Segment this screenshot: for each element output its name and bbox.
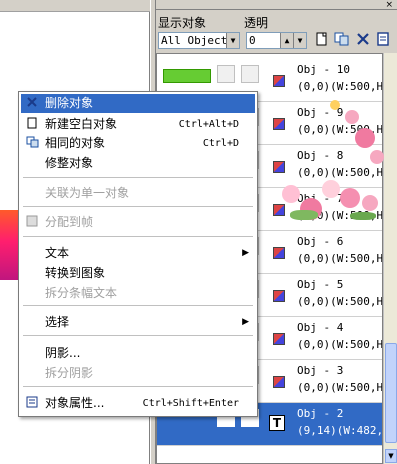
image-object-icon — [273, 376, 285, 388]
menu-item-label: 选择 — [45, 315, 70, 329]
context-menu: 删除对象新建空白对象 Ctrl+Alt+D 相同的对象 Ctrl+D 修整对象关联为单一… — [18, 91, 258, 417]
object-position: (0,0)(W:500,H: — [297, 80, 383, 93]
delete-object-icon — [25, 96, 39, 110]
menu-item[interactable]: 修整对象 — [21, 154, 255, 173]
scrollbar-thumb[interactable] — [385, 343, 397, 443]
object-thumbnail — [217, 65, 235, 83]
canvas-toolbar — [0, 0, 150, 12]
menu-item[interactable]: 删除对象 — [21, 94, 255, 113]
object-position: (9,14)(W:482,H: — [297, 424, 383, 437]
panel-titlebar: × — [156, 0, 397, 10]
object-name: Obj - 5 — [297, 278, 344, 291]
display-objects-label: 显示对象 — [158, 16, 207, 30]
display-objects-value: All Object — [161, 34, 228, 47]
menu-item[interactable]: 相同的对象 Ctrl+D — [21, 134, 255, 153]
panel-close-icon[interactable]: × — [385, 0, 393, 10]
object-position: (0,0)(W:500,H: — [297, 295, 383, 308]
menu-item[interactable]: 对象属性... Ctrl+Shift+Enter — [21, 394, 255, 413]
object-name: Obj - 3 — [297, 364, 344, 377]
menu-item-shortcut: Ctrl+Shift+Enter — [142, 398, 239, 409]
menu-item-label: 拆分阴影 — [45, 366, 94, 380]
opacity-spinner[interactable]: 0 ▲ ▼ — [246, 32, 307, 49]
menu-item[interactable]: 文本 ▶ — [21, 244, 255, 263]
menu-separator — [23, 177, 253, 178]
object-position: (0,0)(W:500,H: — [297, 252, 383, 265]
scroll-down-icon[interactable]: ▼ — [385, 449, 397, 463]
image-object-icon — [273, 333, 285, 345]
menu-item-label: 拆分条幅文本 — [45, 286, 118, 300]
menu-item[interactable]: 新建空白对象 Ctrl+Alt+D — [21, 115, 255, 134]
object-position: (0,0)(W:500,H: — [297, 381, 383, 394]
new-blank-object-icon — [25, 117, 39, 131]
object-name: Obj - 2 — [297, 407, 344, 420]
object-name: Obj - 8 — [297, 149, 344, 162]
properties-icon — [25, 396, 39, 410]
menu-separator — [23, 305, 253, 306]
submenu-arrow-icon: ▶ — [242, 248, 249, 258]
object-position: (0,0)(W:500,H: — [297, 338, 383, 351]
object-position: (0,0)(W:500,H: — [297, 166, 383, 179]
image-object-icon — [273, 75, 285, 87]
image-object-icon — [273, 161, 285, 173]
opacity-value: 0 — [249, 34, 256, 47]
menu-item: 拆分阴影 — [21, 364, 255, 383]
image-object-icon — [273, 204, 285, 216]
menu-item: 关联为单一对象 — [21, 184, 255, 203]
menu-item-label: 分配到帧 — [45, 215, 94, 229]
menu-item-label: 相同的对象 — [45, 136, 106, 150]
spin-down-icon[interactable]: ▼ — [293, 33, 306, 48]
menu-item-shortcut: Ctrl+Alt+D — [178, 119, 239, 130]
display-objects-select[interactable]: All Object ▼ — [158, 32, 240, 49]
menu-item[interactable]: 选择 ▶ — [21, 313, 255, 332]
object-name: Obj - 6 — [297, 235, 344, 248]
document-icon[interactable] — [374, 32, 392, 49]
menu-item-label: 转换到图象 — [45, 266, 106, 280]
object-list-scrollbar[interactable]: ▼ — [383, 53, 397, 464]
spin-up-icon[interactable]: ▲ — [280, 33, 293, 48]
menu-item-label: 删除对象 — [45, 96, 94, 110]
menu-item-label: 阴影... — [45, 346, 81, 360]
menu-item-label: 新建空白对象 — [45, 117, 118, 131]
menu-item-shortcut: Ctrl+D — [202, 138, 239, 149]
image-object-icon — [273, 118, 285, 130]
new-object-icon[interactable] — [313, 32, 331, 49]
menu-separator — [23, 335, 253, 336]
delete-object-icon[interactable] — [354, 32, 372, 49]
image-object-icon — [273, 290, 285, 302]
frame-icon — [25, 215, 39, 229]
text-object-icon: T — [269, 415, 285, 431]
duplicate-object-icon — [25, 136, 39, 150]
menu-item-label: 对象属性... — [45, 396, 105, 410]
menu-item-label: 文本 — [45, 246, 70, 260]
menu-separator — [23, 206, 253, 207]
menu-separator — [23, 236, 253, 237]
chevron-down-icon[interactable]: ▼ — [226, 33, 239, 48]
menu-item[interactable]: 阴影... — [21, 344, 255, 363]
menu-item-label: 关联为单一对象 — [45, 186, 130, 200]
opacity-label: 透明 — [244, 16, 269, 30]
menu-item: 拆分条幅文本 — [21, 284, 255, 303]
menu-item: 分配到帧 — [21, 213, 255, 232]
menu-item-label: 修整对象 — [45, 156, 94, 170]
object-thumbnail — [163, 69, 211, 83]
menu-item[interactable]: 转换到图象 — [21, 264, 255, 283]
image-object-icon — [273, 247, 285, 259]
object-thumbnail — [241, 65, 259, 83]
object-name: Obj - 4 — [297, 321, 344, 334]
object-name: Obj - 10 — [297, 63, 350, 76]
menu-separator — [23, 386, 253, 387]
copy-object-icon[interactable] — [333, 32, 351, 49]
submenu-arrow-icon: ▶ — [242, 317, 249, 327]
